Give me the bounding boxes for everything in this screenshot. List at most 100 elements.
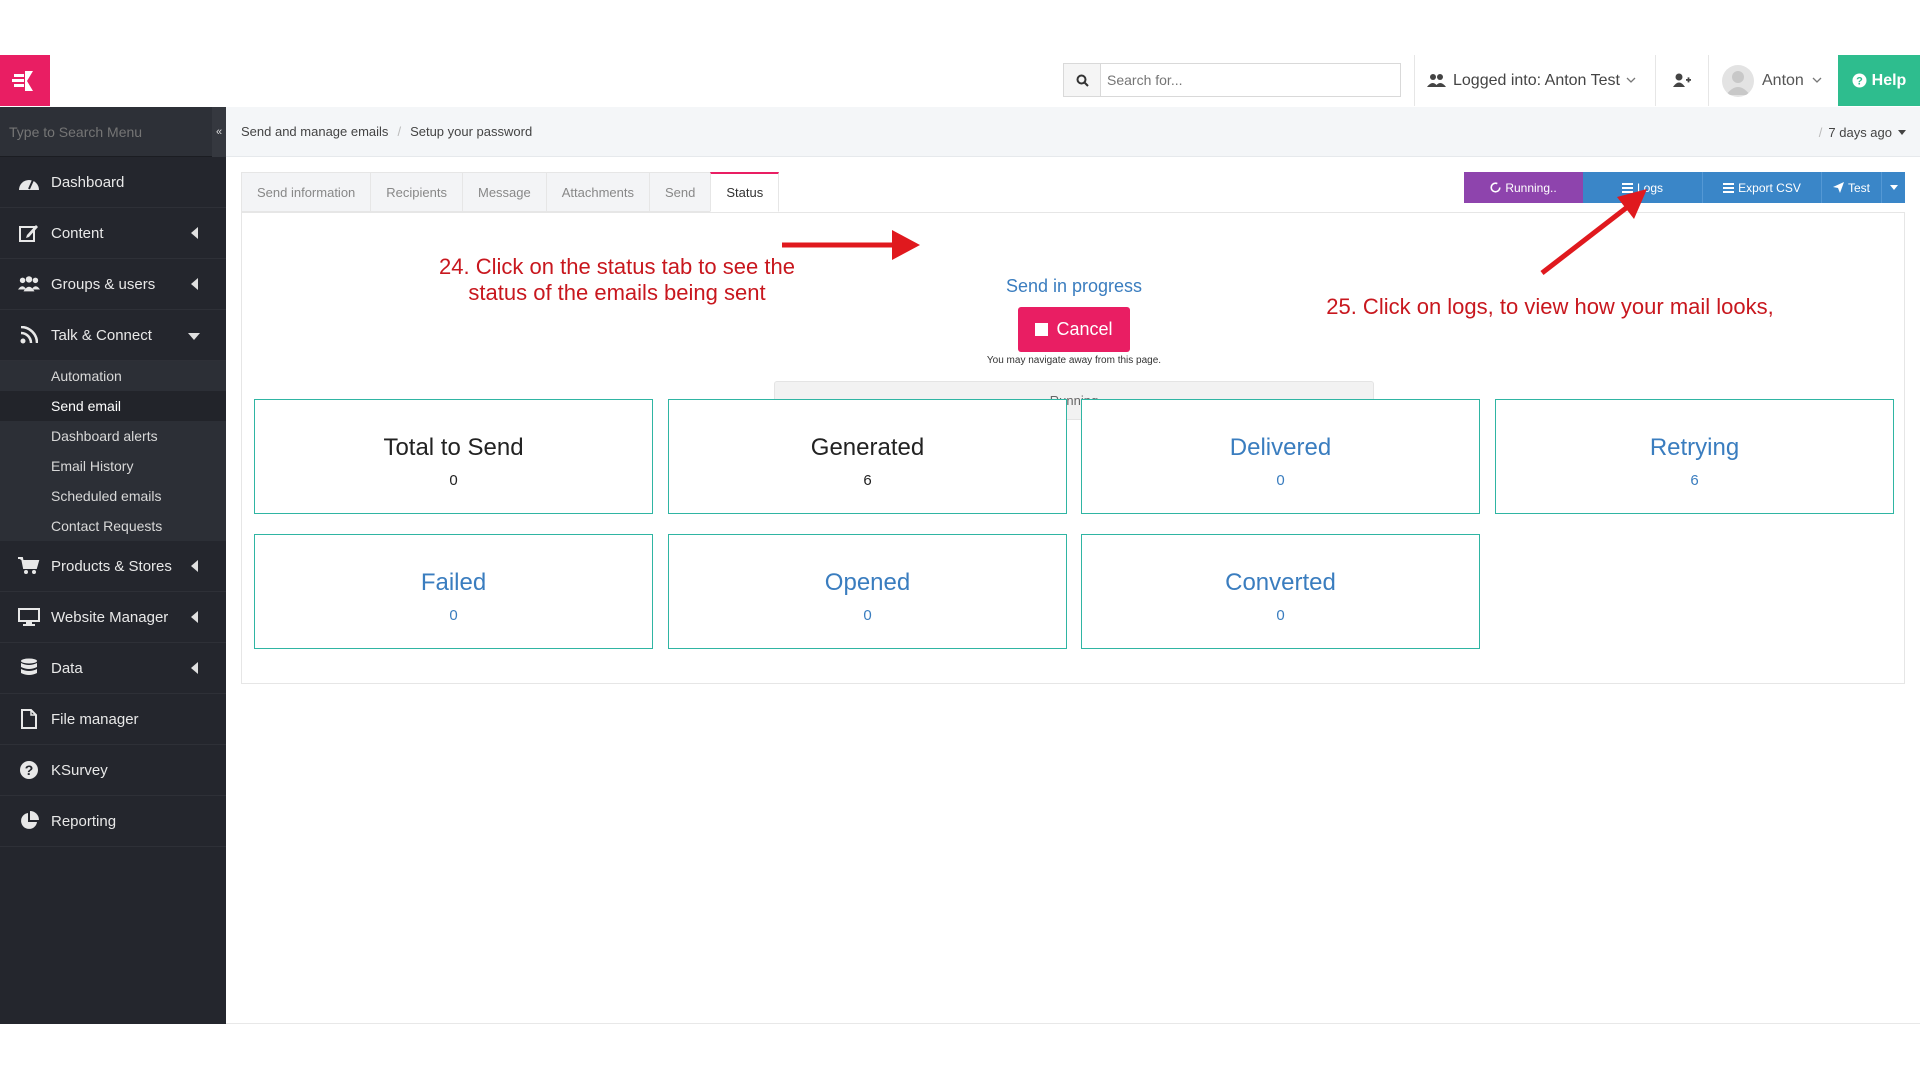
caret-left-icon [191,662,198,674]
stat-value: 0 [449,472,458,489]
user-name: Anton [1762,71,1804,89]
caret-left-icon [191,278,198,290]
tab-attachments[interactable]: Attachments [545,172,649,212]
tab-recipients[interactable]: Recipients [370,172,462,212]
chevron-down-icon [1626,77,1636,83]
running-label: Running.. [1505,180,1557,195]
logs-button[interactable]: Logs [1583,172,1702,203]
stat-title: Opened [824,569,911,596]
cancel-button[interactable]: Cancel [1018,307,1130,352]
stat-title: Generated [810,434,925,461]
sidebar-item-products-stores[interactable]: Products & Stores [0,541,226,592]
logged-into-menu[interactable]: Logged into: Anton Test [1427,55,1636,106]
caret-left-icon [191,611,198,623]
sidebar-item-ksurvey[interactable]: ? KSurvey [0,745,226,796]
annotation-step-25: 25. Click on logs, to view how your mail… [1326,294,1774,319]
stat-card-failed[interactable]: Failed 0 [254,534,653,649]
cancel-label: Cancel [1056,319,1113,339]
date-separator: / [1818,124,1823,140]
breadcrumb-bar: Send and manage emails / Setup your pass… [226,107,1920,157]
submenu-item-send-email[interactable]: Send email [0,391,226,421]
search-icon [1076,74,1089,87]
user-menu[interactable]: Anton [1722,55,1822,106]
date-range-label: 7 days ago [1828,124,1892,140]
logo-icon [12,70,33,91]
export-csv-button[interactable]: Export CSV [1702,172,1821,203]
help-label: Help [1871,71,1907,89]
test-label: Test [1847,180,1870,195]
annotation-step-24-line-1: 24. Click on the status tab to see the [439,254,795,279]
submenu-item-scheduled-emails[interactable]: Scheduled emails [0,481,226,511]
annotation-step-24-line-2: status of the emails being sent [468,280,766,305]
tab-message[interactable]: Message [461,172,546,212]
edit-icon [18,222,40,244]
divider [1708,55,1709,106]
breadcrumb-item-send-manage[interactable]: Send and manage emails [241,124,388,139]
stat-title: Converted [1225,569,1336,596]
shopping-cart-icon [18,555,40,577]
chevron-down-icon [1812,77,1822,83]
menu-search-input[interactable] [0,106,200,157]
sidebar-item-file-manager[interactable]: File manager [0,694,226,745]
sidebar-item-dashboard[interactable]: Dashboard [0,157,226,208]
running-button[interactable]: Running.. [1464,172,1583,203]
stat-value: 0 [863,607,872,624]
sidebar-item-label: Products & Stores [51,557,172,575]
question-circle-icon: ? [18,759,40,781]
stat-card-delivered[interactable]: Delivered 0 [1081,399,1480,514]
breadcrumb-item-current: Setup your password [410,124,533,139]
sidebar-item-label: Reporting [51,812,117,830]
sidebar-item-label: KSurvey [51,761,108,779]
tab-status[interactable]: Status [710,172,780,212]
sidebar-item-talk-connect[interactable]: Talk & Connect [0,310,226,361]
help-button[interactable]: ? Help [1838,55,1920,106]
sidebar-item-label: Content [51,224,104,242]
menu-search: « [0,106,226,157]
stat-value: 0 [1276,472,1285,489]
tab-send[interactable]: Send [649,172,711,212]
stat-card-opened[interactable]: Opened 0 [668,534,1067,649]
app-logo[interactable] [0,55,50,106]
rss-icon [18,324,40,346]
action-buttons: Running.. Logs Export CSV Test [1464,172,1905,203]
test-button[interactable]: Test [1821,172,1881,203]
sidebar-item-reporting[interactable]: Reporting [0,796,226,847]
submenu-item-automation[interactable]: Automation [0,361,226,391]
tab-send-information[interactable]: Send information [241,172,371,212]
sidebar-item-website-manager[interactable]: Website Manager [0,592,226,643]
sidebar-item-content[interactable]: Content [0,208,226,259]
sidebar-item-groups-users[interactable]: Groups & users [0,259,226,310]
caret-left-icon [191,560,198,572]
submenu-item-dashboard-alerts[interactable]: Dashboard alerts [0,421,226,451]
date-range-selector[interactable]: / 7 days ago [1819,107,1906,157]
test-dropdown-toggle[interactable] [1881,172,1905,203]
search-button[interactable] [1064,64,1101,96]
stat-title: Total to Send [383,434,524,461]
stat-card-retrying[interactable]: Retrying 6 [1495,399,1894,514]
stat-card-generated: Generated 6 [668,399,1067,514]
annotation-step-24: 24. Click on the status tab to see the s… [402,254,832,306]
sidebar-item-data[interactable]: Data [0,643,226,694]
stat-card-total-to-send: Total to Send 0 [254,399,653,514]
users-icon [18,273,40,295]
caret-left-icon [191,227,198,239]
submenu-item-contact-requests[interactable]: Contact Requests [0,511,226,541]
sidebar-item-label: File manager [51,710,139,728]
add-user-button[interactable] [1656,55,1708,106]
caret-down-icon [188,333,200,340]
export-csv-label: Export CSV [1738,180,1801,195]
stat-card-converted[interactable]: Converted 0 [1081,534,1480,649]
submenu-item-email-history[interactable]: Email History [0,451,226,481]
stat-title: Failed [420,569,487,596]
talk-connect-submenu: Automation Send email Dashboard alerts E… [0,361,226,541]
global-search [1063,63,1401,97]
main-content: Send information Recipients Message Atta… [241,172,1905,684]
add-user-icon [1673,73,1691,87]
footer-divider [226,1023,1920,1024]
desktop-icon [18,606,40,628]
sidebar-item-label: Dashboard [51,173,125,191]
collapse-sidebar-button[interactable]: « [212,107,226,157]
search-input[interactable] [1101,64,1400,96]
sidebar-item-label: Talk & Connect [51,326,152,344]
caret-down-icon [1898,129,1906,135]
